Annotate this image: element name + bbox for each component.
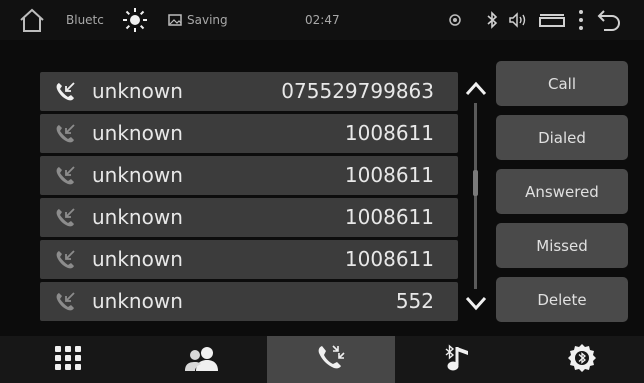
scroll-down-chevron-icon[interactable] (463, 292, 489, 314)
caller-number: 1008611 (344, 205, 434, 229)
bluetooth-source-label: Bluetc (66, 13, 104, 27)
caller-name: unknown (92, 247, 183, 271)
bluetooth-icon (486, 0, 498, 40)
nav-bluetooth-music[interactable] (395, 336, 520, 383)
more-options-icon[interactable] (578, 0, 584, 40)
nav-contacts[interactable] (136, 336, 267, 383)
call-log-row[interactable]: unknown 1008611 (40, 198, 458, 237)
call-button[interactable]: Call (496, 61, 628, 106)
bluetooth-music-icon (444, 343, 472, 377)
caller-number: 1008611 (344, 121, 434, 145)
dialpad-icon (54, 345, 82, 375)
caller-number: 552 (395, 289, 434, 313)
call-log-row[interactable]: unknown 1008611 (40, 114, 458, 153)
call-received-icon (54, 165, 76, 187)
delete-button[interactable]: Delete (496, 277, 628, 322)
call-log-row[interactable]: unknown 075529799863 (40, 72, 458, 111)
home-icon[interactable] (18, 0, 46, 40)
clock: 02:47 (305, 13, 340, 27)
volume-icon[interactable] (508, 0, 530, 40)
caller-name: unknown (92, 289, 183, 313)
missed-filter-button[interactable]: Missed (496, 223, 628, 268)
call-received-icon (54, 123, 76, 145)
call-received-icon (54, 291, 76, 313)
call-received-icon (54, 81, 76, 103)
call-received-icon (54, 207, 76, 229)
caller-name: unknown (92, 163, 183, 187)
gps-icon (448, 0, 462, 40)
caller-number: 1008611 (344, 247, 434, 271)
answered-filter-button[interactable]: Answered (496, 169, 628, 214)
dialed-filter-button[interactable]: Dialed (496, 115, 628, 160)
image-icon (168, 0, 182, 40)
caller-name: unknown (92, 79, 183, 103)
call-log-row[interactable]: unknown 1008611 (40, 240, 458, 279)
call-log-icon (316, 344, 346, 376)
bluetooth-settings-icon (567, 343, 597, 377)
caller-name: unknown (92, 205, 183, 229)
scroll-up-chevron-icon[interactable] (463, 78, 489, 100)
contacts-icon (184, 345, 220, 375)
nav-dialpad[interactable] (0, 336, 136, 383)
brightness-icon[interactable] (122, 0, 148, 40)
call-received-icon (54, 249, 76, 271)
scrollbar-thumb[interactable] (473, 170, 478, 196)
status-bar: Bluetc Saving 02:47 (0, 0, 644, 40)
back-icon[interactable] (596, 0, 622, 40)
window-icon[interactable] (538, 0, 568, 40)
caller-number: 075529799863 (281, 79, 434, 103)
nav-call-log[interactable] (267, 336, 395, 383)
caller-name: unknown (92, 121, 183, 145)
scrollbar-track[interactable] (474, 103, 477, 289)
saving-label: Saving (187, 13, 228, 27)
caller-number: 1008611 (344, 163, 434, 187)
call-log-row[interactable]: unknown 552 (40, 282, 458, 321)
bottom-nav (0, 336, 644, 383)
call-log-list: unknown 075529799863 unknown 1008611 unk… (40, 72, 458, 321)
call-log-row[interactable]: unknown 1008611 (40, 156, 458, 195)
nav-bluetooth-settings[interactable] (520, 336, 644, 383)
